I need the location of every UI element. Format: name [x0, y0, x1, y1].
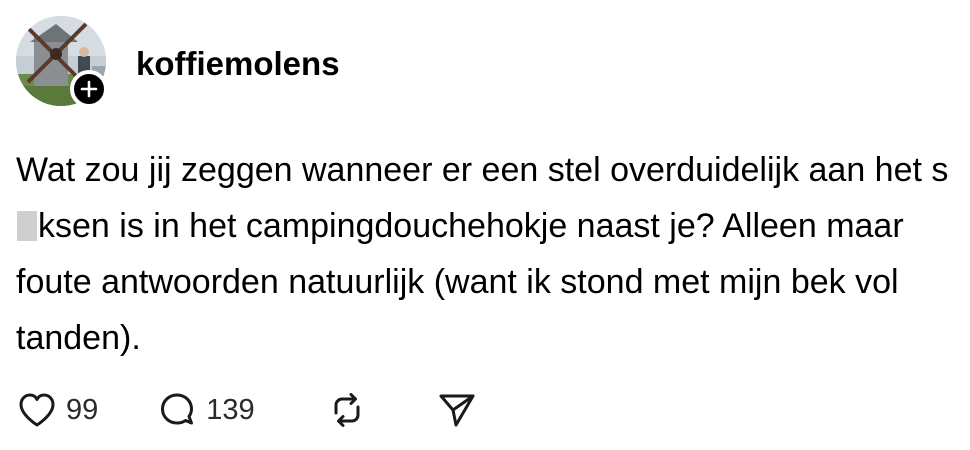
- speech-bubble-icon: [161, 393, 194, 425]
- censor-block: [17, 211, 37, 241]
- post-text-part-2: ksen is in het campingdouchehokje naast …: [16, 207, 904, 357]
- profile-avatar-container[interactable]: [16, 16, 108, 108]
- reply-button[interactable]: 139: [158, 391, 255, 429]
- share-button[interactable]: [437, 391, 477, 429]
- like-count: 99: [66, 393, 99, 426]
- plus-icon: [80, 80, 98, 98]
- reply-count: 139: [206, 393, 255, 426]
- like-button[interactable]: 99: [18, 392, 98, 428]
- post-text-part-1: Wat zou jij zeggen wanneer er een stel o…: [16, 151, 949, 189]
- follow-button[interactable]: [70, 70, 108, 108]
- repost-icon: [334, 393, 360, 427]
- thread-post: koffiemolens Wat zou jij zeggen wanneer …: [0, 0, 970, 450]
- paper-plane-icon: [439, 394, 475, 427]
- action-bar: 99 139: [18, 388, 477, 432]
- post-text: Wat zou jij zeggen wanneer er een stel o…: [16, 142, 961, 366]
- repost-button[interactable]: [327, 390, 367, 430]
- heart-icon: [19, 393, 55, 427]
- username[interactable]: koffiemolens: [136, 44, 340, 84]
